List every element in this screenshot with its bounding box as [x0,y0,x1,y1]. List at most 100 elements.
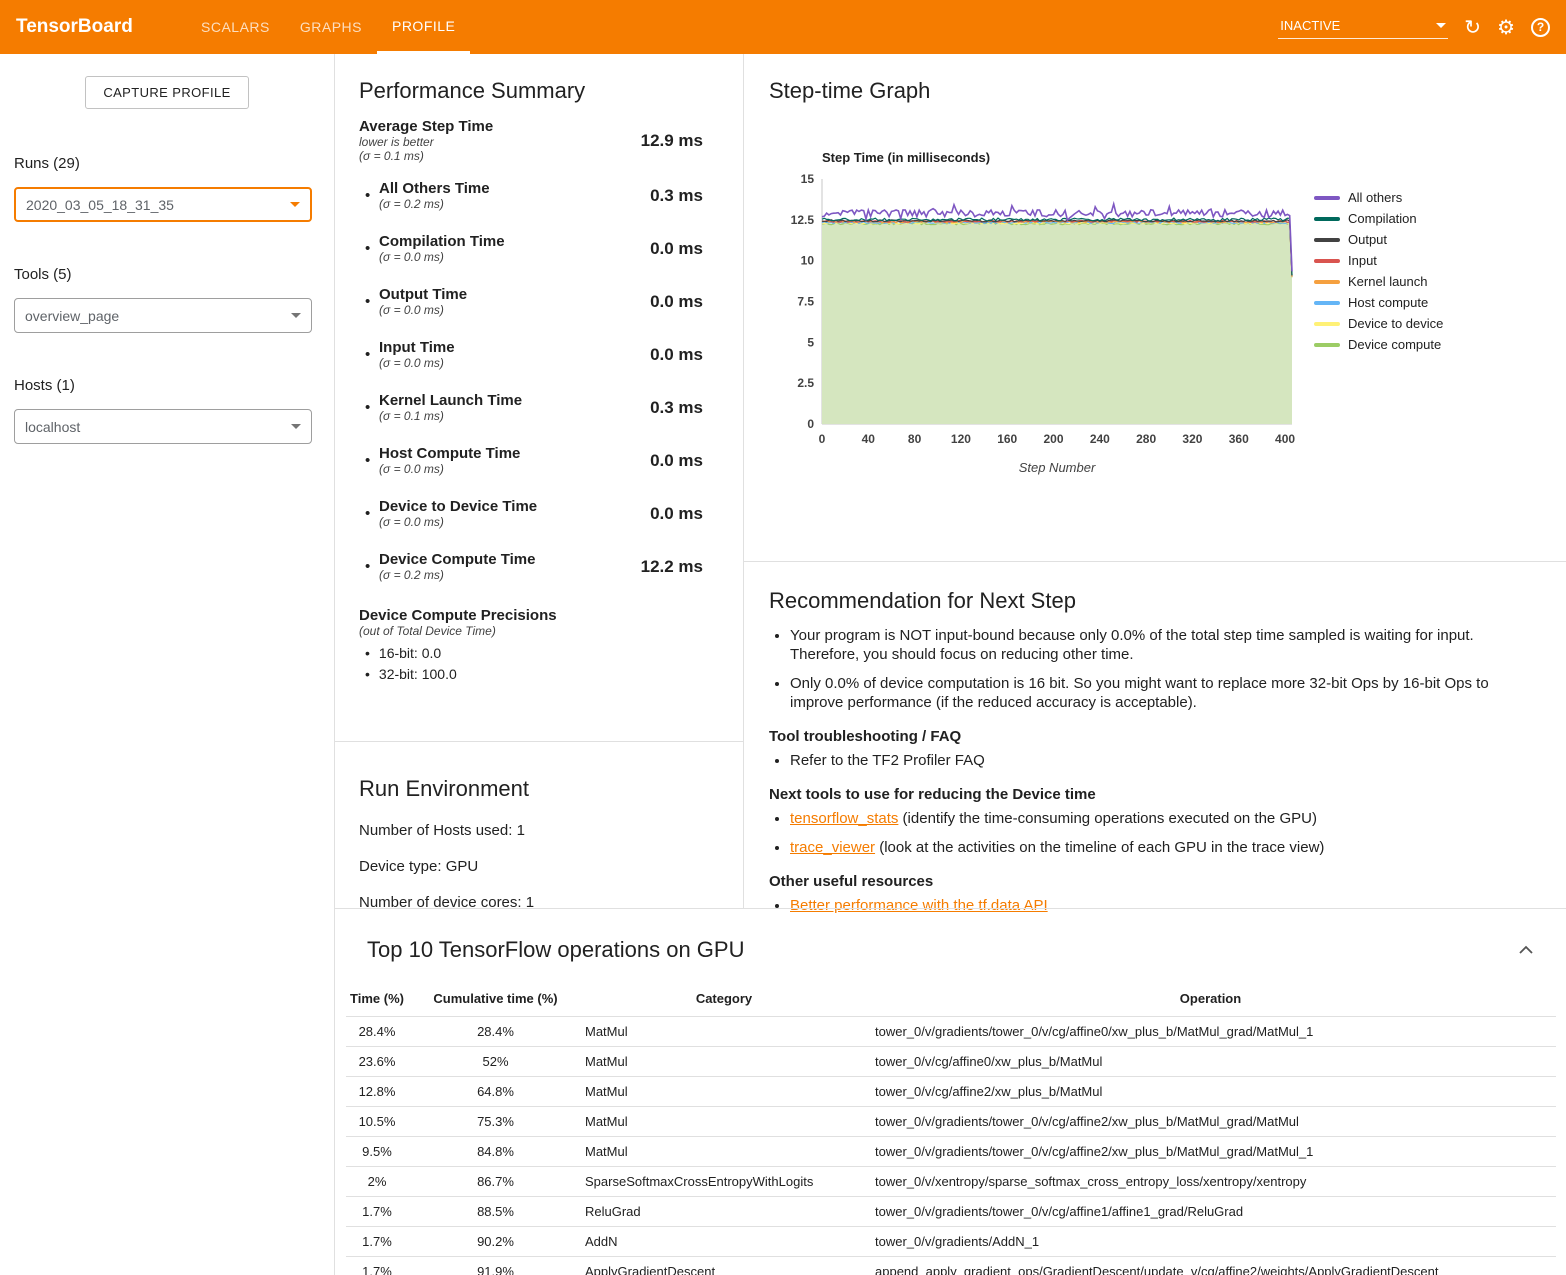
chevron-down-icon [290,202,300,207]
tools-label: Tools (5) [14,266,334,283]
ops-table-row: 23.6%52%MatMultower_0/v/cg/affine0/xw_pl… [346,1047,1556,1077]
next-tools-item-text: (identify the time-consuming operations … [898,810,1317,827]
run-env-line: Device type: GPU [359,858,743,875]
ops-table-cell: 12.8% [346,1077,408,1107]
svg-text:80: 80 [908,432,922,446]
ops-table-cell: MatMul [583,1047,865,1077]
svg-text:12.5: 12.5 [791,213,815,227]
chart-legend: All othersCompilationOutputInputKernel l… [1314,171,1443,456]
legend-item: Device to device [1314,313,1443,334]
ops-table-cell: MatMul [583,1077,865,1107]
ops-table-cell: 86.7% [408,1167,583,1197]
perf-item-label: Input Time [379,339,650,356]
ops-table-cell: 52% [408,1047,583,1077]
legend-color-swatch [1314,217,1340,221]
legend-item: Host compute [1314,292,1443,313]
perf-item-label: Host Compute Time [379,445,650,462]
legend-item: Output [1314,229,1443,250]
col-category: Category [583,985,865,1017]
legend-item: Device compute [1314,334,1443,355]
svg-text:120: 120 [951,432,971,446]
ops-table-cell: tower_0/v/gradients/tower_0/v/cg/affine2… [865,1137,1556,1167]
svg-text:320: 320 [1182,432,1202,446]
capture-status-label: INACTIVE [1280,18,1340,33]
device-compute-precisions: Device Compute Precisions (out of Total … [335,593,743,682]
tab-scalars[interactable]: SCALARS [186,0,285,54]
legend-label: Output [1348,232,1387,247]
gear-icon[interactable]: ⚙ [1497,17,1515,37]
performance-column: Performance Summary Average Step Time lo… [335,54,744,908]
legend-color-swatch [1314,238,1340,242]
average-step-time-value: 12.9 ms [641,131,703,151]
ops-table-cell: tower_0/v/xentropy/sparse_softmax_cross_… [865,1167,1556,1197]
resources-heading: Other useful resources [769,873,1526,890]
tensorflow-stats-link[interactable]: tensorflow_stats [790,810,898,827]
ops-table-cell: 91.9% [408,1257,583,1275]
collapse-chevron-icon[interactable] [1518,945,1534,955]
legend-color-swatch [1314,343,1340,347]
legend-label: Device compute [1348,337,1441,352]
perf-summary-item: •Output Time(σ = 0.0 ms)0.0 ms [335,275,743,328]
col-operation: Operation [865,985,1556,1017]
average-step-time-row: Average Step Time lower is better (σ = 0… [335,118,743,163]
bullet: • [365,293,379,310]
ops-table-cell: tower_0/v/cg/affine0/xw_plus_b/MatMul [865,1047,1556,1077]
average-step-time-labels: Average Step Time lower is better (σ = 0… [359,118,641,163]
legend-color-swatch [1314,301,1340,305]
performance-summary-items: •All Others Time(σ = 0.2 ms)0.3 ms•Compi… [335,169,743,593]
capture-profile-button[interactable]: CAPTURE PROFILE [85,76,249,109]
ops-table-cell: ApplyGradientDescent [583,1257,865,1275]
bullet: • [365,452,379,469]
tab-graphs[interactable]: GRAPHS [285,0,377,54]
ops-table-cell: 84.8% [408,1137,583,1167]
help-icon[interactable]: ? [1531,18,1550,37]
perf-item-label: Device Compute Time [379,551,641,568]
capture-status-select[interactable]: INACTIVE [1278,15,1448,39]
refresh-icon[interactable]: ↻ [1464,17,1481,37]
top-ops-title: Top 10 TensorFlow operations on GPU [367,937,744,963]
perf-item-sigma: (σ = 0.0 ms) [379,303,650,317]
precisions-list: 16-bit: 0.032-bit: 100.0 [359,645,703,682]
legend-label: Compilation [1348,211,1417,226]
right-column: Step-time Graph Step Time (in millisecon… [744,54,1566,908]
legend-item: Compilation [1314,208,1443,229]
ops-table-cell: 2% [346,1167,408,1197]
legend-label: Device to device [1348,316,1443,331]
bullet: • [365,187,379,204]
perf-item-labels: Compilation Time(σ = 0.0 ms) [379,233,650,264]
chart-title: Step Time (in milliseconds) [822,150,1566,165]
perf-item-labels: Device Compute Time(σ = 0.2 ms) [379,551,641,582]
tab-profile[interactable]: PROFILE [377,0,470,54]
precisions-title: Device Compute Precisions [359,607,703,624]
top-ops-table-head: Time (%) Cumulative time (%) Category Op… [346,985,1556,1017]
col-time: Time (%) [346,985,408,1017]
legend-color-swatch [1314,259,1340,263]
perf-item-sigma: (σ = 0.0 ms) [379,250,650,264]
step-time-chart: 02.557.51012.515040801201602002402803203… [778,171,1302,456]
next-tools-item: trace_viewer (look at the activities on … [790,838,1526,857]
trace-viewer-link[interactable]: trace_viewer [790,839,875,856]
svg-text:40: 40 [862,432,876,446]
perf-item-sigma: (σ = 0.0 ms) [379,515,650,529]
recommendation-title: Recommendation for Next Step [769,588,1526,614]
step-time-graph-title: Step-time Graph [769,78,1566,104]
perf-item-value: 0.0 ms [650,239,703,259]
perf-item-sigma: (σ = 0.0 ms) [379,462,650,476]
hosts-dropdown[interactable]: localhost [14,409,312,444]
precisions-note: (out of Total Device Time) [359,624,703,638]
tools-dropdown[interactable]: overview_page [14,298,312,333]
svg-text:5: 5 [807,335,814,349]
app-header: TensorBoard SCALARS GRAPHS PROFILE INACT… [0,0,1566,54]
legend-color-swatch [1314,322,1340,326]
precision-item: 16-bit: 0.0 [359,645,703,661]
ops-table-cell: AddN [583,1227,865,1257]
perf-item-labels: All Others Time(σ = 0.2 ms) [379,180,650,211]
legend-label: All others [1348,190,1402,205]
perf-item-value: 0.3 ms [650,398,703,418]
runs-dropdown[interactable]: 2020_03_05_18_31_35 [14,187,312,222]
ops-table-cell: MatMul [583,1017,865,1047]
app-title: TensorBoard [0,0,150,54]
faq-item: Refer to the TF2 Profiler FAQ [790,751,1526,770]
svg-text:10: 10 [801,254,815,268]
bullet: • [365,558,379,575]
